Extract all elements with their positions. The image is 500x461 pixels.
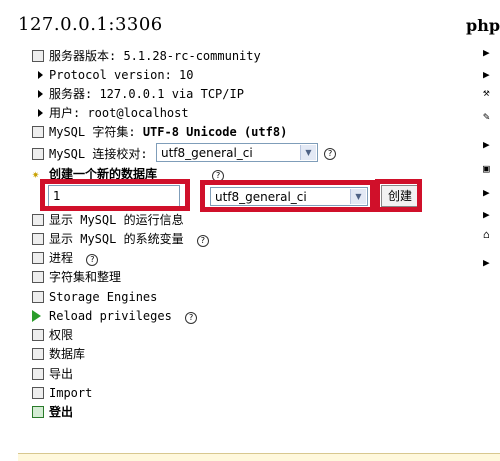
collation-select[interactable]: utf8_general_ci ▼ bbox=[156, 143, 318, 162]
engine-icon bbox=[32, 291, 44, 303]
charset-value: UTF-8 Unicode (utf8) bbox=[142, 125, 288, 139]
charset-row: MySQL 字符集: UTF-8 Unicode (utf8) bbox=[32, 124, 287, 140]
help-icon[interactable]: ? bbox=[185, 312, 198, 324]
user-row: 用户: root@localhost bbox=[38, 105, 189, 121]
server-version-row: 服务器版本: 5.1.28-rc-community bbox=[32, 48, 261, 64]
help-icon[interactable]: ? bbox=[196, 235, 209, 247]
menu-import[interactable]: Import bbox=[32, 385, 92, 401]
menu-privileges[interactable]: 权限 bbox=[32, 327, 73, 343]
menu-logout[interactable]: 登出 bbox=[32, 404, 73, 420]
variables-icon bbox=[32, 233, 44, 245]
logout-icon bbox=[32, 406, 44, 418]
menu-reload-privileges[interactable]: Reload privileges ? bbox=[32, 308, 198, 324]
collation-icon bbox=[32, 148, 44, 160]
server-icon bbox=[32, 50, 44, 62]
chat-icon[interactable]: ▣ bbox=[483, 162, 490, 175]
chevron-down-icon[interactable]: ▼ bbox=[300, 145, 316, 160]
bullet-icon bbox=[38, 71, 43, 79]
collation-row: MySQL 连接校对: bbox=[32, 146, 148, 162]
charset-icon bbox=[32, 271, 44, 283]
menu-databases[interactable]: 数据库 bbox=[32, 346, 85, 362]
bullet-icon bbox=[38, 90, 43, 98]
home-icon[interactable]: ⌂ bbox=[483, 228, 490, 241]
wrench-icon[interactable]: ⚒ bbox=[483, 86, 490, 99]
play-icon bbox=[32, 310, 41, 322]
right-arrow-icon[interactable]: ▶ bbox=[483, 186, 490, 199]
right-arrow-icon[interactable]: ▶ bbox=[483, 138, 490, 151]
bullet-icon bbox=[38, 109, 43, 117]
database-icon bbox=[32, 348, 44, 360]
right-arrow-icon[interactable]: ▶ bbox=[483, 208, 490, 221]
right-arrow-icon[interactable]: ▶ bbox=[483, 256, 490, 269]
server-row: 服务器: 127.0.0.1 via TCP/IP bbox=[38, 86, 244, 102]
right-arrow-icon[interactable]: ▶ bbox=[483, 68, 490, 81]
protocol-row: Protocol version: 10 bbox=[38, 67, 194, 83]
highlight-box-create bbox=[375, 179, 422, 212]
privileges-icon bbox=[32, 329, 44, 341]
menu-charsets[interactable]: 字符集和整理 bbox=[32, 269, 121, 285]
menu-processes[interactable]: 进程 ? bbox=[32, 250, 99, 266]
menu-storage-engines[interactable]: Storage Engines bbox=[32, 289, 157, 305]
help-icon[interactable]: ? bbox=[86, 254, 99, 266]
export-icon bbox=[32, 368, 44, 380]
menu-runtime-info[interactable]: 显示 MySQL 的运行信息 bbox=[32, 212, 184, 228]
info-icon bbox=[32, 214, 44, 226]
pencil-icon[interactable]: ✎ bbox=[483, 110, 490, 123]
highlight-box-collation bbox=[200, 180, 375, 212]
highlight-box-name bbox=[40, 179, 190, 211]
import-icon bbox=[32, 387, 44, 399]
menu-export[interactable]: 导出 bbox=[32, 366, 73, 382]
right-arrow-icon[interactable]: ▶ bbox=[483, 46, 490, 59]
menu-system-vars[interactable]: 显示 MySQL 的系统变量 ? bbox=[32, 231, 209, 247]
process-icon bbox=[32, 252, 44, 264]
right-panel: ▶ ▶ ⚒ ✎ ▶ ▣ ▶ ▶ ⌂ ▶ bbox=[479, 36, 500, 456]
help-icon[interactable]: ? bbox=[324, 148, 336, 160]
phpmyadmin-brand: phpM bbox=[466, 16, 500, 35]
charset-icon bbox=[32, 126, 44, 138]
page-title: 127.0.0.1:3306 bbox=[18, 14, 163, 35]
